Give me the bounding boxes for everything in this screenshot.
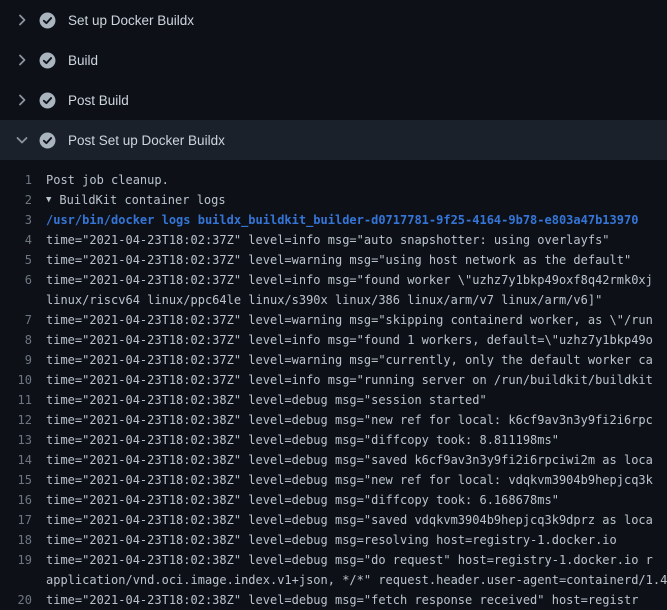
log-line: 4 time="2021-04-23T18:02:37Z" level=info… [0, 230, 667, 250]
log-line: linux/riscv64 linux/ppc64le linux/s390x … [0, 290, 667, 310]
log-text: time="2021-04-23T18:02:37Z" level=info m… [46, 330, 667, 350]
line-number[interactable]: 4 [0, 230, 46, 250]
line-number[interactable]: 3 [0, 210, 46, 230]
log-line: 12 time="2021-04-23T18:02:38Z" level=deb… [0, 410, 667, 430]
log-line: 5 time="2021-04-23T18:02:37Z" level=warn… [0, 250, 667, 270]
triangle-down-icon[interactable]: ▼ [46, 190, 59, 210]
log-text: BuildKit container logs [59, 190, 667, 210]
line-number[interactable]: 5 [0, 250, 46, 270]
line-number[interactable]: 11 [0, 390, 46, 410]
line-number[interactable]: 2 [0, 190, 46, 210]
line-number[interactable]: 13 [0, 430, 46, 450]
log-line: 7 time="2021-04-23T18:02:37Z" level=warn… [0, 310, 667, 330]
log-line: 16 time="2021-04-23T18:02:38Z" level=deb… [0, 490, 667, 510]
log-line: 3 /usr/bin/docker logs buildx_buildkit_b… [0, 210, 667, 230]
log-text: time="2021-04-23T18:02:37Z" level=warnin… [46, 310, 667, 330]
line-number[interactable]: 12 [0, 410, 46, 430]
line-number[interactable]: 1 [0, 170, 46, 190]
step-header-post-build[interactable]: Post Build [0, 80, 667, 120]
line-number[interactable]: 7 [0, 310, 46, 330]
step-label: Post Set up Docker Buildx [68, 133, 225, 148]
log-text: linux/riscv64 linux/ppc64le linux/s390x … [46, 290, 667, 310]
line-number[interactable]: 9 [0, 350, 46, 370]
log-text: time="2021-04-23T18:02:38Z" level=debug … [46, 510, 667, 530]
log-text: time="2021-04-23T18:02:38Z" level=debug … [46, 430, 667, 450]
steps-list: Set up Docker Buildx Build Post Build Po… [0, 0, 667, 160]
log-text: time="2021-04-23T18:02:37Z" level=warnin… [46, 350, 667, 370]
chevron-right-icon [14, 12, 30, 28]
check-circle-icon [39, 52, 56, 69]
check-circle-icon [39, 92, 56, 109]
log-text: time="2021-04-23T18:02:38Z" level=debug … [46, 410, 667, 430]
step-label: Post Build [68, 93, 129, 108]
line-number[interactable]: 14 [0, 450, 46, 470]
log-line: 10 time="2021-04-23T18:02:37Z" level=inf… [0, 370, 667, 390]
check-circle-icon [39, 12, 56, 29]
log-text: time="2021-04-23T18:02:38Z" level=debug … [46, 590, 667, 610]
line-number[interactable] [0, 570, 46, 590]
log-line: 6 time="2021-04-23T18:02:37Z" level=info… [0, 270, 667, 290]
log-text: time="2021-04-23T18:02:37Z" level=info m… [46, 270, 667, 290]
log-line: 11 time="2021-04-23T18:02:38Z" level=deb… [0, 390, 667, 410]
step-header-build[interactable]: Build [0, 40, 667, 80]
step-header-set-up-docker-buildx[interactable]: Set up Docker Buildx [0, 0, 667, 40]
line-number[interactable]: 8 [0, 330, 46, 350]
log-command-link[interactable]: /usr/bin/docker logs buildx_buildkit_bui… [46, 210, 667, 230]
line-number[interactable]: 15 [0, 470, 46, 490]
log-line: 14 time="2021-04-23T18:02:38Z" level=deb… [0, 450, 667, 470]
log-line: 2 ▼ BuildKit container logs [0, 190, 667, 210]
log-text: time="2021-04-23T18:02:37Z" level=warnin… [46, 250, 667, 270]
step-label: Set up Docker Buildx [68, 13, 194, 28]
log-line: 8 time="2021-04-23T18:02:37Z" level=info… [0, 330, 667, 350]
line-number[interactable]: 20 [0, 590, 46, 610]
log-line: 13 time="2021-04-23T18:02:38Z" level=deb… [0, 430, 667, 450]
chevron-right-icon [14, 92, 30, 108]
log-line: 17 time="2021-04-23T18:02:38Z" level=deb… [0, 510, 667, 530]
log-line: 20 time="2021-04-23T18:02:38Z" level=deb… [0, 590, 667, 610]
log-text: Post job cleanup. [46, 170, 667, 190]
line-number[interactable]: 19 [0, 550, 46, 570]
log-line: 18 time="2021-04-23T18:02:38Z" level=deb… [0, 530, 667, 550]
log-line: 19 time="2021-04-23T18:02:38Z" level=deb… [0, 550, 667, 570]
log-line: 15 time="2021-04-23T18:02:38Z" level=deb… [0, 470, 667, 490]
check-circle-icon [39, 132, 56, 149]
line-number[interactable]: 10 [0, 370, 46, 390]
log-text: time="2021-04-23T18:02:38Z" level=debug … [46, 450, 667, 470]
log-text: time="2021-04-23T18:02:38Z" level=debug … [46, 530, 667, 550]
log-text: application/vnd.oci.image.index.v1+json,… [46, 570, 667, 590]
log-text: time="2021-04-23T18:02:37Z" level=info m… [46, 370, 667, 390]
log-line: 9 time="2021-04-23T18:02:37Z" level=warn… [0, 350, 667, 370]
chevron-down-icon [14, 132, 30, 148]
log-text: time="2021-04-23T18:02:38Z" level=debug … [46, 470, 667, 490]
log-text: time="2021-04-23T18:02:37Z" level=info m… [46, 230, 667, 250]
line-number[interactable]: 6 [0, 270, 46, 290]
log-text: time="2021-04-23T18:02:38Z" level=debug … [46, 390, 667, 410]
line-number[interactable]: 17 [0, 510, 46, 530]
step-label: Build [68, 53, 98, 68]
log-line: application/vnd.oci.image.index.v1+json,… [0, 570, 667, 590]
chevron-right-icon [14, 52, 30, 68]
log-text: time="2021-04-23T18:02:38Z" level=debug … [46, 490, 667, 510]
line-number[interactable]: 18 [0, 530, 46, 550]
step-header-post-set-up-docker-buildx[interactable]: Post Set up Docker Buildx [0, 120, 667, 160]
log-line: 1 Post job cleanup. [0, 170, 667, 190]
log-viewer: 1 Post job cleanup. 2 ▼ BuildKit contain… [0, 160, 667, 610]
line-number[interactable]: 16 [0, 490, 46, 510]
log-text: time="2021-04-23T18:02:38Z" level=debug … [46, 550, 667, 570]
line-number[interactable] [0, 290, 46, 310]
